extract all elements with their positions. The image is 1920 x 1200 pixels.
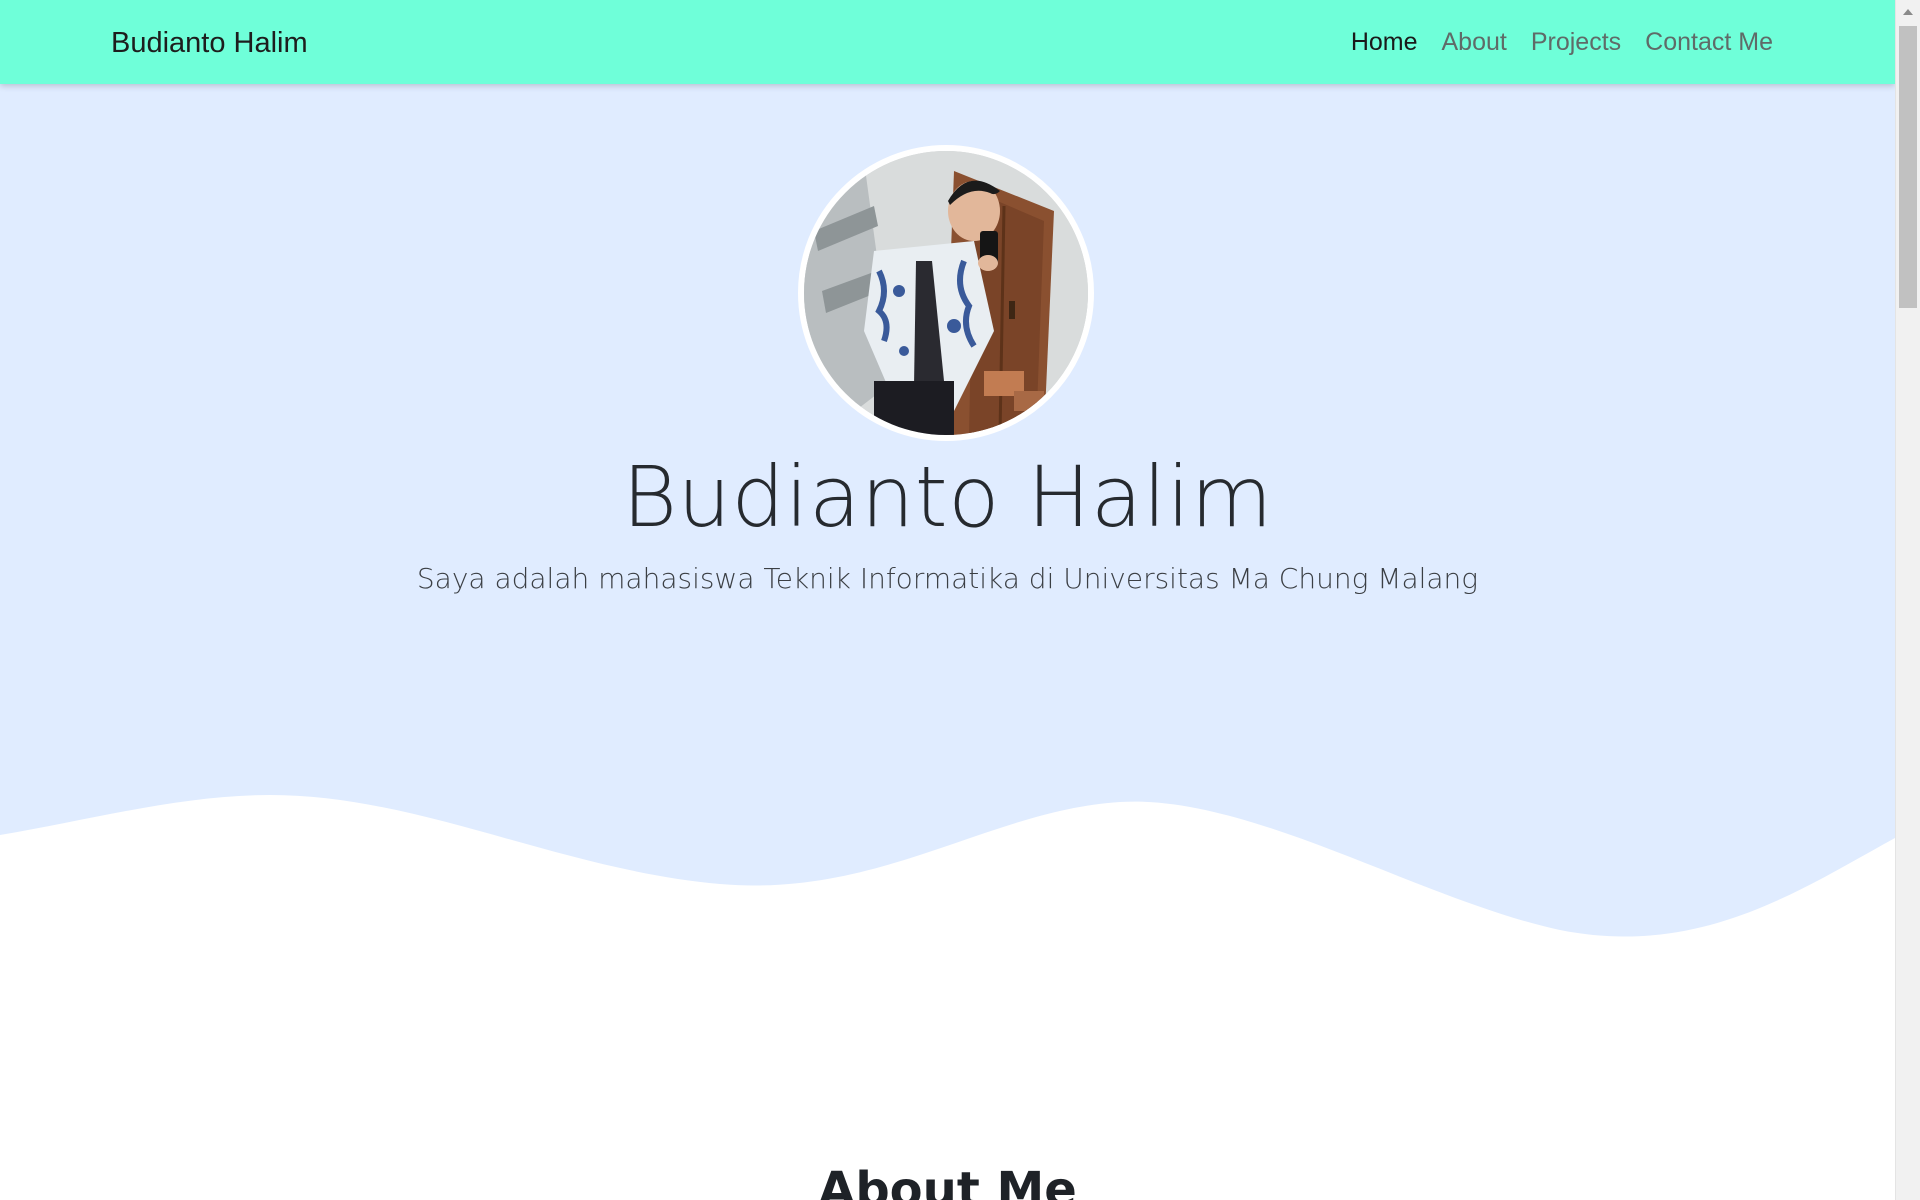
nav-link-contact-me[interactable]: Contact Me	[1633, 0, 1773, 85]
hero-tagline: Saya adalah mahasiswa Teknik Informatika…	[416, 562, 1479, 595]
scrollbar-thumb[interactable]	[1899, 26, 1917, 308]
hero-section: Budianto Halim Saya adalah mahasiswa Tek…	[0, 0, 1895, 980]
navbar-brand[interactable]: Budianto Halim	[111, 0, 308, 84]
page: Budianto Halim Saya adalah mahasiswa Tek…	[0, 0, 1920, 1200]
profile-photo	[798, 145, 1094, 441]
chevron-up-icon	[1903, 9, 1913, 15]
browser-viewport: Budianto Halim Saya adalah mahasiswa Tek…	[0, 0, 1895, 1200]
scroll-up-button[interactable]	[1896, 0, 1920, 24]
navbar-links: Home About Projects Contact Me	[1339, 0, 1773, 84]
about-section-title: About Me	[818, 1162, 1077, 1200]
wave-divider	[0, 795, 1895, 980]
vertical-scrollbar[interactable]	[1895, 0, 1920, 1200]
navbar: Budianto Halim Home About Projects Conta…	[0, 0, 1895, 84]
profile-photo-icon	[804, 151, 1088, 435]
nav-link-about[interactable]: About	[1430, 0, 1519, 85]
hero-name: Budianto Halim	[622, 448, 1273, 546]
nav-link-projects[interactable]: Projects	[1519, 0, 1633, 85]
nav-link-home[interactable]: Home	[1339, 0, 1430, 85]
